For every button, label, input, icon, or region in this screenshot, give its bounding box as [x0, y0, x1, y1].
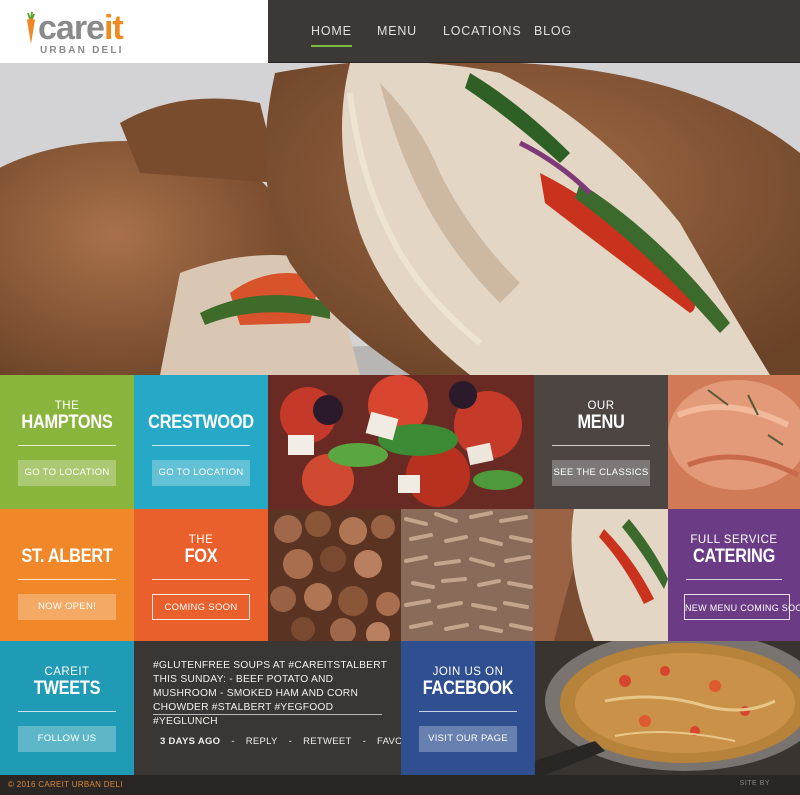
dip-food-image — [668, 375, 800, 509]
soup-pot-image — [535, 641, 800, 775]
copyright-text: © 2016 CAREIT URBAN DELI — [8, 780, 123, 789]
carrot-icon — [27, 11, 35, 44]
follow-us-button[interactable]: FOLLOW US — [18, 726, 116, 752]
logo-wordmark: careit — [38, 9, 124, 47]
facebook-title: FACEBOOK — [422, 678, 514, 699]
tweets-small-label: CAREIT — [44, 666, 90, 678]
tweet-reply-link[interactable]: REPLY — [246, 736, 278, 747]
now-open-button[interactable]: NOW OPEN! — [18, 594, 116, 620]
st-albert-title: ST. ALBERT — [21, 546, 113, 567]
facebook-divider — [419, 711, 517, 712]
sandwich-illustration — [0, 63, 800, 375]
catering-title: CATERING — [692, 546, 776, 567]
menu-small-label: OUR — [587, 400, 615, 412]
greek-salad-image — [268, 375, 534, 509]
menu-title: MENU — [577, 412, 625, 433]
tweet-separator: - — [231, 736, 235, 747]
crestwood-go-to-location-button[interactable]: GO TO LOCATION — [152, 460, 250, 486]
crestwood-title: CRESTWOOD — [148, 412, 254, 433]
tile-tweets: CAREIT TWEETS FOLLOW US — [0, 641, 134, 775]
site-by-credit[interactable]: SITE BY — [740, 780, 770, 787]
menu-divider — [552, 445, 650, 446]
cumin-seeds-image — [401, 509, 534, 641]
tweet-separator: - — [362, 736, 367, 747]
catering-small-label: FULL SERVICE — [690, 534, 778, 546]
tile-fox: THE FOX COMING SOON — [134, 509, 268, 643]
nav-menu[interactable]: MENU — [377, 24, 417, 38]
visit-our-page-button[interactable]: VISIT OUR PAGE — [419, 726, 517, 752]
logo-word-care: care — [38, 9, 105, 47]
nav-locations[interactable]: LOCATIONS — [443, 24, 522, 38]
crestwood-divider — [152, 445, 250, 446]
site-header: careit URBAN DELI HOME MENU LOCATIONS BL… — [0, 0, 800, 63]
fox-title: FOX — [184, 546, 218, 567]
tile-hamptons: THE HAMPTONS GO TO LOCATION — [0, 375, 134, 509]
site-footer: © 2016 CAREIT URBAN DELI SITE BY — [0, 775, 800, 795]
nav-home[interactable]: HOME — [311, 24, 352, 47]
hero-sandwich-image — [0, 63, 800, 375]
latest-tweet: #GLUTENFREE SOUPS AT #CAREITSTALBERT THI… — [134, 641, 433, 775]
tile-crestwood: CRESTWOOD GO TO LOCATION — [134, 375, 268, 509]
tweet-retweet-link[interactable]: RETWEET — [303, 736, 352, 747]
hamptons-go-to-location-button[interactable]: GO TO LOCATION — [18, 460, 116, 486]
coming-soon-button[interactable]: COMING SOON — [152, 594, 250, 620]
logo-word-it: it — [103, 9, 124, 47]
nav-blog[interactable]: BLOG — [534, 24, 572, 38]
sandwich-closeup-image — [534, 509, 668, 641]
tweet-actions: 3 DAYS AGO - REPLY - RETWEET - FAVOURITE — [160, 736, 441, 747]
tweet-separator: - — [288, 736, 293, 747]
tile-facebook: JOIN US ON FACEBOOK VISIT OUR PAGE — [401, 641, 535, 775]
main-nav: HOME MENU LOCATIONS BLOG — [268, 0, 800, 63]
tweets-divider — [18, 711, 116, 712]
fox-small-label: THE — [188, 534, 214, 546]
facebook-small-label: JOIN US ON — [432, 666, 504, 678]
new-menu-coming-soon-button[interactable]: NEW MENU COMING SOON — [684, 594, 800, 620]
hazelnuts-image — [268, 509, 401, 641]
catering-divider — [686, 579, 782, 580]
see-the-classics-button[interactable]: SEE THE CLASSICS — [552, 460, 650, 486]
tile-menu: OUR MENU SEE THE CLASSICS — [534, 375, 668, 509]
tile-st-albert: ST. ALBERT NOW OPEN! — [0, 509, 134, 643]
tweet-divider — [153, 714, 382, 715]
hamptons-small-label: THE — [54, 400, 80, 412]
fox-divider — [152, 579, 250, 580]
tweet-time[interactable]: 3 DAYS AGO — [160, 736, 220, 747]
tweets-title: TWEETS — [33, 678, 101, 699]
tile-catering: FULL SERVICE CATERING NEW MENU COMING SO… — [668, 509, 800, 643]
st-albert-divider — [18, 579, 116, 580]
logo-area[interactable]: careit URBAN DELI — [0, 0, 268, 63]
tweet-text: #GLUTENFREE SOUPS AT #CAREITSTALBERT THI… — [153, 660, 387, 727]
hamptons-divider — [18, 445, 116, 446]
logo-tagline: URBAN DELI — [40, 45, 124, 56]
hamptons-title: HAMPTONS — [21, 412, 113, 433]
